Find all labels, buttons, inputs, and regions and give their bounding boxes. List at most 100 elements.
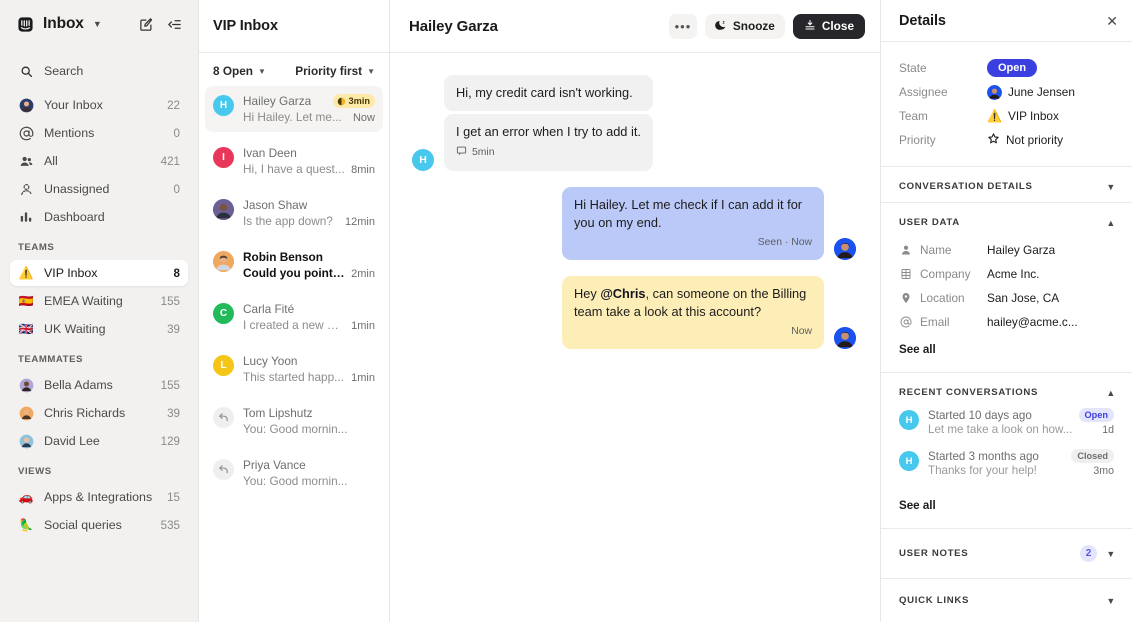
sidebar-item-count: 22 [167,99,180,112]
message-bubble: I get an error when I try to add it. 5mi… [444,114,653,171]
sidebar-item-label: Bella Adams [44,378,151,392]
recent-conversations-see-all-link[interactable]: See all [899,499,936,512]
attribute-team[interactable]: Team ⚠️ VIP Inbox [899,104,1114,128]
sidebar-item-uk-waiting[interactable]: 🇬🇧 UK Waiting 39 [10,316,188,342]
list-item-preview: Hi, I have a quest... [243,162,345,176]
list-item-time: 2min [351,268,375,280]
filter-sort-dropdown[interactable]: Priority first ▼ [295,64,375,78]
recent-conversations-body: H Started 10 days ago Open Let me take a… [881,408,1132,528]
sidebar-item-your-inbox[interactable]: Your Inbox 22 [10,92,188,118]
page-title: Hailey Garza [409,18,498,35]
search-input[interactable]: Search [10,58,188,84]
sidebar-item-mentions[interactable]: Mentions 0 [10,120,188,146]
collapse-panel-icon[interactable] [164,14,184,34]
attribute-state[interactable]: State Open [899,56,1114,80]
sidebar-item-david-lee[interactable]: David Lee 129 [10,428,188,454]
list-item[interactable]: Robin Benson Could you point m... 2min [205,242,383,288]
list-item[interactable]: Priya Vance You: Good mornin... [205,450,383,496]
section-quick-links[interactable]: QUICK LINKS ▼ [881,578,1132,622]
user-data-row-name[interactable]: Name Hailey Garza [899,238,1114,262]
close-button[interactable]: Close [793,14,865,39]
list-item[interactable]: H Hailey Garza 3min Hi Hailey. Let me...… [205,86,383,132]
sidebar-item-apps-integrations[interactable]: 🚗 Apps & Integrations 15 [10,484,188,510]
sidebar-item-count: 8 [174,267,180,280]
conversation-list-filters: 8 Open ▼ Priority first ▼ [199,53,389,86]
sidebar-item-emea-waiting[interactable]: 🇪🇸 EMEA Waiting 155 [10,288,188,314]
user-data-row-location[interactable]: Location San Jose, CA [899,286,1114,310]
chat-bubble-icon [456,145,467,162]
user-data-row-company[interactable]: Company Acme Inc. [899,262,1114,286]
sidebar-item-label: All [44,154,151,168]
list-item-line2: Hi, I have a quest... 8min [243,162,375,176]
sidebar-item-count: 39 [167,407,180,420]
recent-conversation-item[interactable]: H Started 3 months ago Closed Thanks for… [899,449,1114,477]
sidebar-section-views: VIEWS [10,466,188,477]
mention-chip[interactable]: @Chris [600,286,645,301]
recent-conversation-title: Started 10 days ago [928,409,1032,422]
section-label: USER NOTES [899,548,1080,559]
filter-state-dropdown[interactable]: 8 Open ▼ [213,64,266,78]
sidebar-item-all[interactable]: All 421 [10,148,188,174]
message-bubble: Hi Hailey. Let me check if I can add it … [562,187,824,260]
sidebar-item-count: 129 [161,435,180,448]
svg-text:z: z [722,19,725,24]
close-label: Close [822,19,854,33]
message-text: I get an error when I try to add it. [456,124,641,139]
sidebar-item-label: David Lee [44,434,151,448]
user-notes-count-badge: 2 [1080,545,1097,562]
attribute-assignee[interactable]: Assignee June Jensen [899,80,1114,104]
compose-icon[interactable] [136,14,156,34]
sidebar-item-dashboard[interactable]: Dashboard [10,204,188,230]
recent-conversation-time: 3mo [1093,465,1114,477]
filter-sort-label: Priority first [295,64,362,78]
attribute-value: June Jensen [987,85,1075,100]
list-item-name: Tom Lipshutz [243,406,313,420]
snooze-button[interactable]: z Snooze [705,14,785,39]
section-user-data[interactable]: USER DATA ▲ [881,203,1132,238]
list-item[interactable]: L Lucy Yoon This started happ... 1min [205,346,383,392]
list-item[interactable]: I Ivan Deen Hi, I have a quest... 8min [205,138,383,184]
sidebar-item-chris-richards[interactable]: Chris Richards 39 [10,400,188,426]
section-label: USER DATA [899,217,1106,228]
sidebar-item-unassigned[interactable]: Unassigned 0 [10,176,188,202]
list-item-body: Tom Lipshutz You: Good mornin... [243,406,375,436]
assignee-name: June Jensen [1008,85,1075,99]
sidebar-item-label: Dashboard [44,210,170,224]
sidebar-item-social-queries[interactable]: 🦜 Social queries 535 [10,512,188,538]
section-user-notes[interactable]: USER NOTES 2 ▼ [881,528,1132,578]
attribute-key: Assignee [899,85,987,99]
conversation-panel: Hailey Garza ••• z Snooze Close H [390,0,880,622]
list-item-body: Robin Benson Could you point m... 2min [243,250,375,280]
user-data-row-email[interactable]: Email hailey@acme.c... [899,310,1114,334]
inbox-chevron-down-icon[interactable]: ▼ [93,19,102,29]
list-item[interactable]: C Carla Fité I created a new page... 1mi… [205,294,383,340]
user-data-see-all-link[interactable]: See all [899,343,936,356]
chevron-down-icon: ▼ [1106,596,1116,606]
list-item[interactable]: Tom Lipshutz You: Good mornin... [205,398,383,444]
at-icon [899,316,912,328]
status-badge: Closed [1071,449,1114,463]
avatar-icon [18,97,34,113]
chevron-down-icon: ▼ [258,67,266,76]
list-item-preview: You: Good mornin... [243,474,348,488]
more-options-button[interactable]: ••• [669,14,697,39]
list-item-preview: I created a new page... [243,318,345,332]
close-x-icon[interactable]: ✕ [1106,14,1118,28]
list-item-preview: You: Good mornin... [243,422,348,436]
recent-conversation-line1: Started 10 days ago Open [928,408,1114,422]
row-key: Name [899,243,987,257]
avatar: H [412,149,434,171]
list-item[interactable]: Jason Shaw Is the app down? 12min [205,190,383,236]
section-conversation-details[interactable]: CONVERSATION DETAILS ▼ [881,167,1132,202]
list-item-name: Lucy Yoon [243,354,297,368]
left-sidebar: Inbox ▼ Search Your Inbox [0,0,198,622]
sidebar-item-vip-inbox[interactable]: ⚠️ VIP Inbox 8 [10,260,188,286]
sidebar-item-bella-adams[interactable]: Bella Adams 155 [10,372,188,398]
avatar [213,251,234,272]
attribute-priority[interactable]: Priority Not priority [899,128,1114,152]
recent-conversation-item[interactable]: H Started 10 days ago Open Let me take a… [899,408,1114,436]
attribute-key: State [899,61,987,75]
message-group-note: Hey @Chris, can someone on the Billing t… [412,276,856,349]
list-item-body: Ivan Deen Hi, I have a quest... 8min [243,146,375,176]
section-recent-conversations[interactable]: RECENT CONVERSATIONS ▲ [881,373,1132,408]
